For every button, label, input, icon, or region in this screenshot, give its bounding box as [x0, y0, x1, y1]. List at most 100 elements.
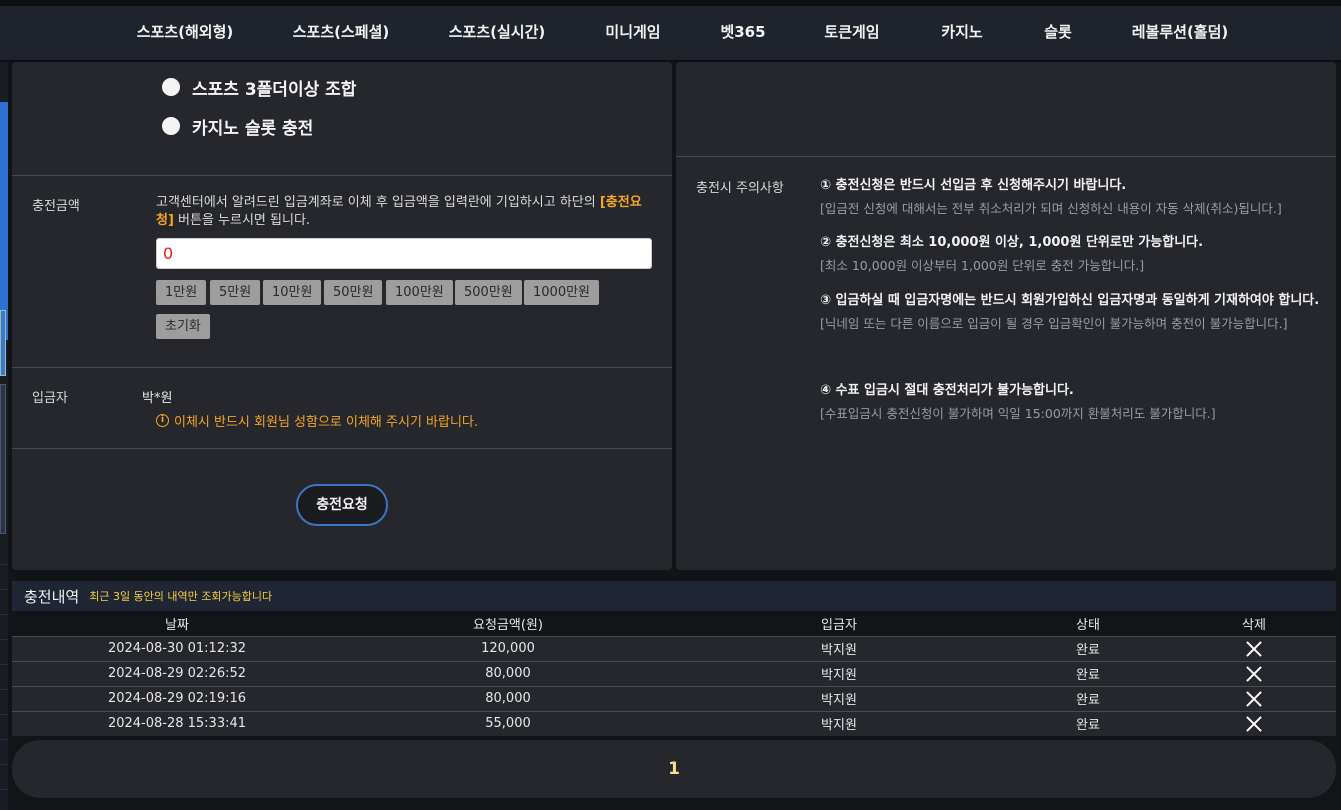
- nav-sports-live[interactable]: 스포츠(실시간): [449, 6, 546, 60]
- desc-text: 버튼을 누르시면 됩니다.: [173, 213, 311, 228]
- sidebar-menu-edge[interactable]: [0, 102, 8, 340]
- depositor-notice-text: 이체시 반드시 회원님 성함으로 이체해 주시기 바랍니다.: [174, 415, 479, 430]
- table-row: 2024-08-29 02:19:16 80,000 박지원 완료: [12, 685, 1336, 711]
- sidebar-banner-edge[interactable]: [0, 310, 6, 376]
- divider: [12, 175, 672, 176]
- notice-sub: [닉네임 또는 다른 이름으로 입금이 될 경우 입금확인이 불가능하며 충전이…: [820, 316, 1288, 331]
- radio-circle-icon[interactable]: [162, 78, 180, 96]
- radio-label: 카지노 슬롯 충전: [192, 118, 314, 139]
- column-header: 날짜: [12, 611, 342, 636]
- sidebar-edge: [0, 62, 8, 810]
- cell-depositor: 박지원: [674, 660, 1004, 686]
- cell-depositor: 박지원: [674, 710, 1004, 736]
- depositor-label: 입금자: [32, 391, 68, 406]
- cell-status: 완료: [1004, 635, 1172, 661]
- nav-revolution-holdem[interactable]: 레볼루션(홀덤): [1132, 6, 1229, 60]
- notice-panel: 충전시 주의사항 ① 충전신청은 반드시 선입금 후 신청해주시기 바랍니다. …: [676, 62, 1336, 570]
- sidebar-banner-edge[interactable]: [0, 384, 6, 534]
- amount-10k-button[interactable]: 1만원: [156, 280, 207, 305]
- cell-date: 2024-08-30 01:12:32: [12, 635, 342, 661]
- cell-delete: [1172, 660, 1336, 686]
- notice-item: ① 충전신청은 반드시 선입금 후 신청해주시기 바랍니다. [입금전 신청에 …: [820, 177, 1320, 217]
- reset-button[interactable]: 초기화: [156, 314, 210, 339]
- notice-label: 충전시 주의사항: [696, 181, 784, 196]
- cell-status: 완료: [1004, 710, 1172, 736]
- depositor-notice: i 이체시 반드시 회원님 성함으로 이체해 주시기 바랍니다.: [156, 411, 478, 430]
- table-row: 2024-08-28 15:33:41 55,000 박지원 완료: [12, 710, 1336, 736]
- table-header-row: 날짜 요청금액(원) 입금자 상태 삭제: [12, 611, 1336, 636]
- nav-minigame[interactable]: 미니게임: [605, 6, 660, 60]
- bonus-option-sports[interactable]: 스포츠 3폴더이상 조합: [162, 74, 356, 100]
- cell-amount: 80,000: [342, 685, 674, 711]
- cell-amount: 120,000: [342, 635, 674, 661]
- close-x-icon[interactable]: [1246, 691, 1262, 707]
- sidebar-list-edge: [0, 540, 8, 800]
- notice-item: ④ 수표 입금시 절대 충전처리가 불가능합니다. [수표입금시 충전신청이 불…: [820, 382, 1320, 422]
- notice-item: ② 충전신청은 최소 10,000원 이상, 1,000원 단위로만 가능합니다…: [820, 234, 1320, 274]
- history-header: 충전내역 최근 3일 동안의 내역만 조회가능합니다: [12, 581, 1336, 611]
- amount-label: 충전금액: [32, 199, 80, 214]
- cell-delete: [1172, 685, 1336, 711]
- history-note: 최근 3일 동안의 내역만 조회가능합니다: [89, 590, 273, 603]
- column-header: 상태: [1004, 611, 1172, 636]
- history-table: 날짜 요청금액(원) 입금자 상태 삭제 2024-08-30 01:12:32…: [12, 611, 1336, 736]
- cell-depositor: 박지원: [674, 685, 1004, 711]
- divider: [12, 367, 672, 368]
- column-header: 삭제: [1172, 611, 1336, 636]
- notice-main: ① 충전신청은 반드시 선입금 후 신청해주시기 바랍니다.: [820, 178, 1127, 193]
- amount-description: 고객센터에서 알려드린 입금계좌로 이체 후 입금액을 입력란에 기입하시고 하…: [156, 194, 656, 230]
- cell-amount: 80,000: [342, 660, 674, 686]
- info-circle-icon: i: [156, 414, 169, 427]
- cell-delete: [1172, 710, 1336, 736]
- column-header: 입금자: [674, 611, 1004, 636]
- cell-date: 2024-08-28 15:33:41: [12, 710, 342, 736]
- nav-casino[interactable]: 카지노: [941, 6, 982, 60]
- deposit-form-panel: 스포츠 3폴더이상 조합 카지노 슬롯 충전 충전금액 고객센터에서 알려드린 …: [12, 62, 672, 570]
- deposit-history: 충전내역 최근 3일 동안의 내역만 조회가능합니다 날짜 요청금액(원) 입금…: [12, 581, 1336, 736]
- amount-input[interactable]: [156, 238, 652, 269]
- nav-slot[interactable]: 슬롯: [1044, 6, 1072, 60]
- close-x-icon[interactable]: [1246, 641, 1262, 657]
- notice-sub: [입금전 신청에 대해서는 전부 취소처리가 되며 신청하신 내용이 자동 삭제…: [820, 201, 1282, 216]
- cell-delete: [1172, 635, 1336, 661]
- pagination: 1: [12, 740, 1336, 798]
- amount-10m-button[interactable]: 1000만원: [524, 280, 600, 305]
- cell-date: 2024-08-29 02:19:16: [12, 685, 342, 711]
- nav-bet365[interactable]: 벳365: [720, 6, 765, 60]
- divider: [676, 156, 1336, 157]
- bonus-option-casino-slot[interactable]: 카지노 슬롯 충전: [162, 113, 313, 139]
- amount-1m-button[interactable]: 100만원: [386, 280, 453, 305]
- amount-100k-button[interactable]: 10만원: [263, 280, 322, 305]
- cell-status: 완료: [1004, 685, 1172, 711]
- desc-text: 고객센터에서 알려드린 입금계좌로 이체 후 입금액을 입력란에 기입하시고 하…: [156, 195, 600, 210]
- column-header: 요청금액(원): [342, 611, 674, 636]
- amount-50k-button[interactable]: 5만원: [210, 280, 261, 305]
- notice-sub: [최소 10,000원 이상부터 1,000원 단위로 충전 가능합니다.]: [820, 258, 1145, 273]
- notice-main: ③ 입금하실 때 입금자명에는 반드시 회원가입하신 입금자명과 동일하게 기재…: [820, 293, 1320, 308]
- close-x-icon[interactable]: [1246, 716, 1262, 732]
- radio-label: 스포츠 3폴더이상 조합: [192, 79, 357, 100]
- cell-depositor: 박지원: [674, 635, 1004, 661]
- cell-date: 2024-08-29 02:26:52: [12, 660, 342, 686]
- amount-5m-button[interactable]: 500만원: [455, 280, 522, 305]
- history-title: 충전내역: [24, 587, 80, 606]
- notice-item: ③ 입금하실 때 입금자명에는 반드시 회원가입하신 입금자명과 동일하게 기재…: [820, 292, 1320, 332]
- top-nav: 스포츠(해외형) 스포츠(스페셜) 스포츠(실시간) 미니게임 벳365 토큰게…: [0, 0, 1341, 62]
- radio-circle-icon[interactable]: [162, 117, 180, 135]
- cell-amount: 55,000: [342, 710, 674, 736]
- deposit-request-button[interactable]: 충전요청: [296, 484, 388, 526]
- nav-sports-special[interactable]: 스포츠(스페셜): [293, 6, 390, 60]
- depositor-name: 박*원: [142, 391, 173, 406]
- notice-sub: [수표입금시 충전신청이 불가하며 익일 15:00까지 환불처리도 불가합니다…: [820, 406, 1216, 421]
- nav-sports-overseas[interactable]: 스포츠(해외형): [137, 6, 234, 60]
- amount-500k-button[interactable]: 50만원: [324, 280, 383, 305]
- table-row: 2024-08-30 01:12:32 120,000 박지원 완료: [12, 635, 1336, 661]
- table-row: 2024-08-29 02:26:52 80,000 박지원 완료: [12, 660, 1336, 686]
- nav-token-game[interactable]: 토큰게임: [824, 6, 879, 60]
- notice-main: ② 충전신청은 최소 10,000원 이상, 1,000원 단위로만 가능합니다…: [820, 235, 1204, 250]
- cell-status: 완료: [1004, 660, 1172, 686]
- divider: [12, 448, 672, 449]
- close-x-icon[interactable]: [1246, 666, 1262, 682]
- notice-main: ④ 수표 입금시 절대 충전처리가 불가능합니다.: [820, 383, 1074, 398]
- page-number-current[interactable]: 1: [668, 740, 680, 798]
